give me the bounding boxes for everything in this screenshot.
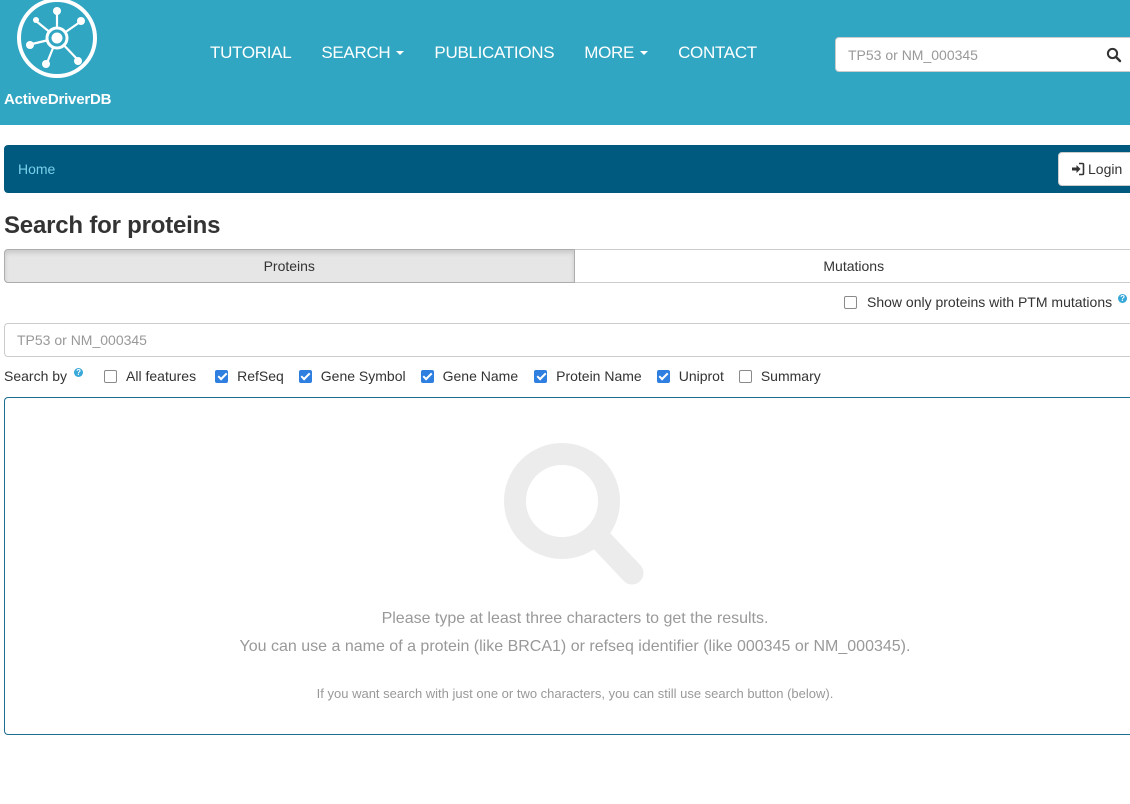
results-panel: Please type at least three characters to…: [4, 397, 1130, 735]
option-label: All features: [126, 368, 197, 384]
search-by-label: Search by: [4, 368, 68, 384]
results-message-secondary: You can use a name of a protein (like BR…: [239, 638, 911, 655]
ptm-filter-checkbox[interactable]: [844, 295, 857, 309]
magnifier-icon: [504, 443, 644, 585]
header-search-input[interactable]: [836, 38, 1086, 71]
option-label: Protein Name: [556, 368, 642, 384]
option-protein-name[interactable]: Protein Name: [534, 368, 642, 384]
option-all-features[interactable]: All features: [104, 368, 196, 384]
checkbox[interactable]: [104, 369, 118, 383]
login-icon: [1072, 162, 1085, 176]
option-refseq[interactable]: RefSeq: [215, 368, 284, 384]
nav-search-label: SEARCH: [321, 43, 391, 62]
checkbox[interactable]: [420, 369, 434, 383]
results-message-hint: If you want search with just one or two …: [316, 686, 834, 701]
brand-name[interactable]: ActiveDriverDB: [4, 91, 111, 108]
help-icon[interactable]: ?: [1118, 293, 1128, 303]
option-summary[interactable]: Summary: [738, 368, 821, 384]
breadcrumb-home-link[interactable]: Home: [18, 161, 55, 177]
option-label: Gene Name: [442, 368, 519, 384]
login-button[interactable]: Login: [1058, 152, 1130, 186]
tab-proteins[interactable]: Proteins: [4, 249, 575, 283]
tab-mutations[interactable]: Mutations: [574, 249, 1130, 283]
checkbox[interactable]: [656, 369, 670, 383]
checkbox[interactable]: [298, 369, 312, 383]
main-nav: TUTORIAL SEARCH PUBLICATIONS MORE CONTAC…: [195, 43, 772, 63]
option-gene-name[interactable]: Gene Name: [420, 368, 519, 384]
page-title: Search for proteins: [4, 212, 221, 239]
help-icon[interactable]: ?: [74, 367, 84, 377]
top-header: ActiveDriverDB TUTORIAL SEARCH PUBLICATI…: [0, 0, 1130, 125]
nav-search[interactable]: SEARCH: [306, 43, 419, 63]
checkbox[interactable]: [215, 369, 229, 383]
caret-down-icon: [640, 50, 649, 55]
option-label: Uniprot: [678, 368, 724, 384]
option-gene-symbol[interactable]: Gene Symbol: [298, 368, 406, 384]
option-uniprot[interactable]: Uniprot: [656, 368, 724, 384]
protein-search-input[interactable]: [5, 324, 1105, 356]
nav-contact[interactable]: CONTACT: [663, 43, 772, 63]
nav-more-label: MORE: [584, 43, 635, 62]
search-icon[interactable]: [1106, 47, 1122, 63]
option-label: RefSeq: [237, 368, 284, 384]
ptm-filter[interactable]: Show only proteins with PTM mutations ?: [844, 293, 1128, 310]
results-message-primary: Please type at least three characters to…: [381, 610, 769, 627]
nav-publications[interactable]: PUBLICATIONS: [419, 43, 569, 63]
search-by-options: Search by ? All features RefSeq Gene Sym…: [4, 367, 821, 384]
checkbox[interactable]: [738, 369, 752, 383]
option-label: Summary: [760, 368, 821, 384]
nav-more[interactable]: MORE: [569, 43, 663, 63]
caret-down-icon: [396, 50, 405, 55]
logo-icon[interactable]: [14, 0, 100, 82]
protein-search-box: [4, 323, 1130, 357]
option-label: Gene Symbol: [320, 368, 406, 384]
breadcrumb: Home Login: [4, 145, 1130, 193]
nav-tutorial[interactable]: TUTORIAL: [195, 43, 306, 63]
search-type-tabs: Proteins Mutations: [4, 249, 1130, 283]
header-search-box: [835, 37, 1130, 72]
login-label: Login: [1088, 161, 1123, 177]
ptm-filter-label: Show only proteins with PTM mutations: [867, 294, 1113, 310]
checkbox[interactable]: [534, 369, 548, 383]
